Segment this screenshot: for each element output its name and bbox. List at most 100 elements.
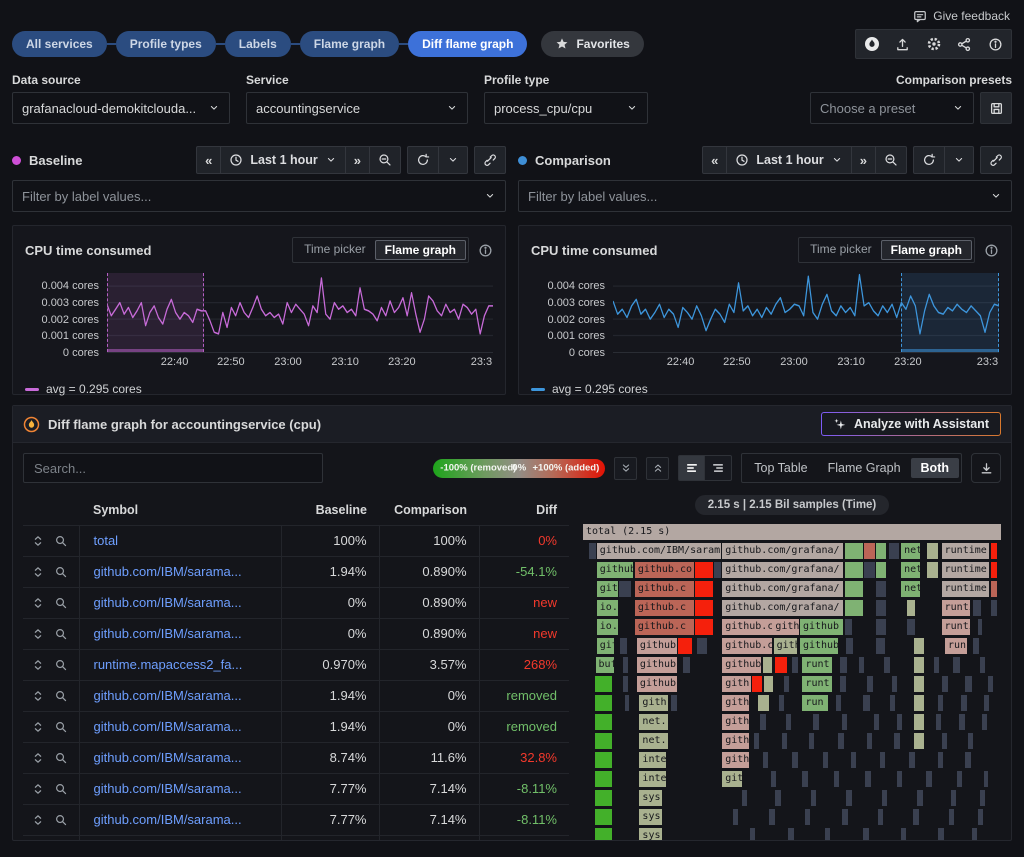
flame-frame[interactable] bbox=[838, 733, 844, 749]
table-header-comparison[interactable]: Comparison bbox=[379, 495, 479, 525]
flame-frame[interactable] bbox=[758, 695, 770, 711]
flame-frame[interactable] bbox=[671, 695, 677, 711]
baseline-selection-region[interactable] bbox=[107, 273, 204, 352]
flame-frame[interactable] bbox=[914, 695, 923, 711]
flame-frame[interactable]: git bbox=[597, 581, 618, 597]
flame-frame[interactable] bbox=[914, 733, 923, 749]
row-sort-icon[interactable] bbox=[31, 596, 45, 610]
flame-frame[interactable] bbox=[934, 657, 939, 673]
flame-frame[interactable] bbox=[697, 638, 707, 654]
symbol-link[interactable]: github.com/IBM/sarama... bbox=[79, 773, 281, 804]
flame-frame[interactable] bbox=[901, 828, 906, 841]
flame-frame[interactable] bbox=[834, 771, 839, 787]
flame-frame[interactable] bbox=[874, 714, 880, 730]
flame-frame[interactable] bbox=[938, 752, 943, 768]
flame-frame[interactable]: net. bbox=[639, 733, 667, 749]
flame-frame[interactable]: buf bbox=[596, 657, 614, 673]
flame-frame[interactable] bbox=[782, 733, 788, 749]
flame-frame[interactable] bbox=[864, 543, 875, 559]
flame-frame[interactable]: net bbox=[901, 581, 920, 597]
row-search-icon[interactable] bbox=[54, 534, 68, 548]
baseline-timeseries-plot[interactable] bbox=[107, 273, 493, 353]
flame-frame[interactable] bbox=[863, 695, 870, 711]
flame-frame[interactable] bbox=[867, 733, 872, 749]
preset-select[interactable]: Choose a preset bbox=[810, 92, 974, 124]
tab-flame-graph[interactable]: Flame graph bbox=[300, 31, 399, 57]
flame-frame[interactable] bbox=[733, 809, 738, 825]
flame-frame[interactable]: github.com/IBM/saram bbox=[597, 543, 722, 559]
flame-frame[interactable] bbox=[714, 562, 721, 578]
flame-frame[interactable]: gith bbox=[722, 714, 749, 730]
flame-frame[interactable] bbox=[894, 733, 900, 749]
flame-frame[interactable] bbox=[951, 790, 956, 806]
flame-frame[interactable] bbox=[927, 543, 938, 559]
row-search-icon[interactable] bbox=[54, 689, 68, 703]
flame-frame[interactable] bbox=[972, 828, 977, 841]
flame-frame[interactable]: inte bbox=[639, 752, 666, 768]
flame-frame[interactable] bbox=[867, 676, 873, 692]
flame-frame[interactable]: sys bbox=[639, 790, 662, 806]
flame-frame[interactable] bbox=[840, 657, 847, 673]
symbol-link[interactable]: github.com/IBM/sarama... bbox=[79, 556, 281, 587]
flame-frame[interactable] bbox=[991, 543, 996, 559]
time-shift-forward-button[interactable]: » bbox=[852, 146, 876, 174]
flame-frame[interactable] bbox=[625, 695, 629, 711]
flame-frame[interactable]: github.co bbox=[635, 562, 694, 578]
flame-frame[interactable] bbox=[978, 809, 983, 825]
flame-frame[interactable]: sys bbox=[639, 828, 662, 841]
flame-frame[interactable] bbox=[763, 657, 772, 673]
flame-frame[interactable] bbox=[771, 771, 776, 787]
flame-frame[interactable] bbox=[978, 619, 982, 635]
flame-frame[interactable]: runti bbox=[942, 619, 970, 635]
flame-frame[interactable] bbox=[991, 581, 996, 597]
flame-frame[interactable] bbox=[984, 695, 989, 711]
flame-frame[interactable] bbox=[909, 752, 915, 768]
row-search-icon[interactable] bbox=[54, 565, 68, 579]
flame-frame[interactable]: github.com/grafana/ bbox=[722, 581, 843, 597]
comparison-label-filter[interactable]: Filter by label values... bbox=[518, 180, 1012, 212]
symbol-link[interactable]: github.com/IBM/sarama... bbox=[79, 618, 281, 649]
flame-frame[interactable] bbox=[936, 714, 941, 730]
flame-frame[interactable] bbox=[595, 809, 613, 825]
flame-frame[interactable] bbox=[973, 600, 981, 616]
flame-frame[interactable]: gith bbox=[722, 733, 749, 749]
flame-frame[interactable] bbox=[742, 790, 747, 806]
flame-frame[interactable]: net. bbox=[639, 714, 667, 730]
flame-frame[interactable]: github bbox=[800, 619, 843, 635]
symbol-link[interactable]: github.com/IBM/sarama... bbox=[79, 804, 281, 835]
flame-frame[interactable] bbox=[779, 695, 784, 711]
flame-frame[interactable]: gith bbox=[774, 638, 797, 654]
flame-frame[interactable] bbox=[876, 562, 886, 578]
flame-frame[interactable] bbox=[927, 562, 938, 578]
flame-frame[interactable] bbox=[984, 771, 988, 787]
zoom-out-button[interactable] bbox=[370, 146, 401, 174]
flame-frame[interactable] bbox=[825, 828, 830, 841]
flame-frame[interactable] bbox=[792, 657, 798, 673]
flame-frame[interactable] bbox=[991, 600, 996, 616]
flame-frame[interactable] bbox=[907, 600, 915, 616]
table-header-diff[interactable]: Diff bbox=[479, 495, 569, 525]
flame-frame[interactable]: gith bbox=[722, 752, 749, 768]
flame-frame[interactable] bbox=[811, 790, 816, 806]
flame-frame[interactable] bbox=[938, 695, 943, 711]
flame-frame[interactable]: github.com/grafana/ bbox=[722, 600, 843, 616]
flame-frame[interactable] bbox=[959, 714, 965, 730]
flame-frame[interactable] bbox=[695, 600, 712, 616]
flame-frame[interactable]: git bbox=[722, 771, 742, 787]
save-preset-button[interactable] bbox=[980, 92, 1012, 124]
flame-frame[interactable] bbox=[845, 619, 853, 635]
flame-frame[interactable] bbox=[973, 638, 979, 654]
flame-frame[interactable] bbox=[695, 619, 712, 635]
flame-frame[interactable]: io. bbox=[597, 619, 618, 635]
baseline-label-filter[interactable]: Filter by label values... bbox=[12, 180, 506, 212]
align-right-button[interactable] bbox=[705, 455, 732, 481]
row-sort-icon[interactable] bbox=[31, 720, 45, 734]
flame-frame[interactable]: runt bbox=[802, 657, 831, 673]
flame-frame[interactable]: github.c bbox=[635, 600, 694, 616]
flame-frame[interactable] bbox=[845, 600, 863, 616]
flame-frame[interactable] bbox=[595, 695, 613, 711]
flame-frame[interactable] bbox=[889, 543, 899, 559]
flame-frame[interactable] bbox=[865, 771, 871, 787]
flame-frame[interactable] bbox=[845, 581, 863, 597]
flame-frame[interactable]: runtime. bbox=[942, 581, 990, 597]
